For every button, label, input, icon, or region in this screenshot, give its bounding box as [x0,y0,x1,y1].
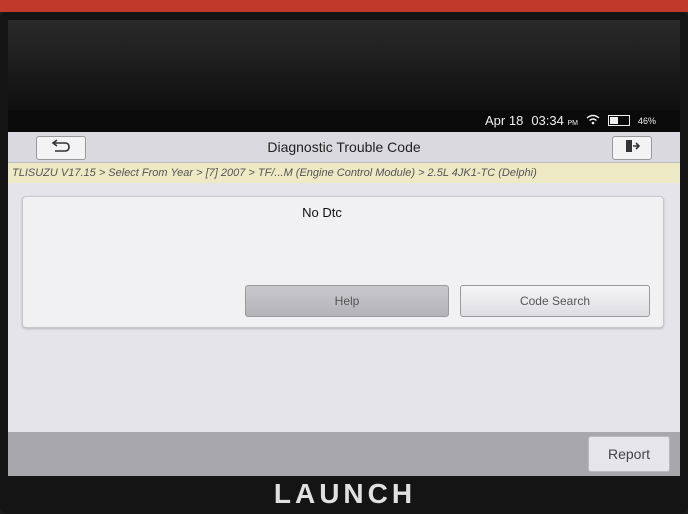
exit-button[interactable] [612,136,652,160]
battery-percent: 46% [637,115,656,126]
code-search-button[interactable]: Code Search [460,285,650,317]
status-time-value: 03:34 [531,113,564,128]
title-bar: Diagnostic Trouble Code [8,132,680,163]
page-title: Diagnostic Trouble Code [267,139,421,155]
battery-icon [607,115,630,126]
dtc-result-panel: No Dtc Help Code Search [22,196,664,328]
device-brand-logo: LAUNCH [273,478,417,509]
help-button[interactable]: Help [245,285,449,317]
footer-bar: Report [8,432,680,476]
status-date: Apr 18 [485,113,524,128]
report-button[interactable]: Report [588,436,670,472]
status-indicators: Apr 18 03:34 PM 46% [485,113,656,128]
device-case-top [0,0,688,12]
screen-top-glare [8,20,680,110]
status-time: 03:34 PM [531,113,578,128]
exit-icon [624,139,641,158]
wifi-icon [586,113,600,128]
battery-fill [609,117,619,124]
status-ampm: PM [567,120,578,127]
no-dtc-message: No Dtc [302,205,342,220]
breadcrumb: TLISUZU V17.15 > Select From Year > [7] … [8,163,680,183]
status-bar: Apr 18 03:34 PM 46% [8,110,680,132]
app-screen: Apr 18 03:34 PM 46% Diagnostic Trouble C… [8,110,680,476]
